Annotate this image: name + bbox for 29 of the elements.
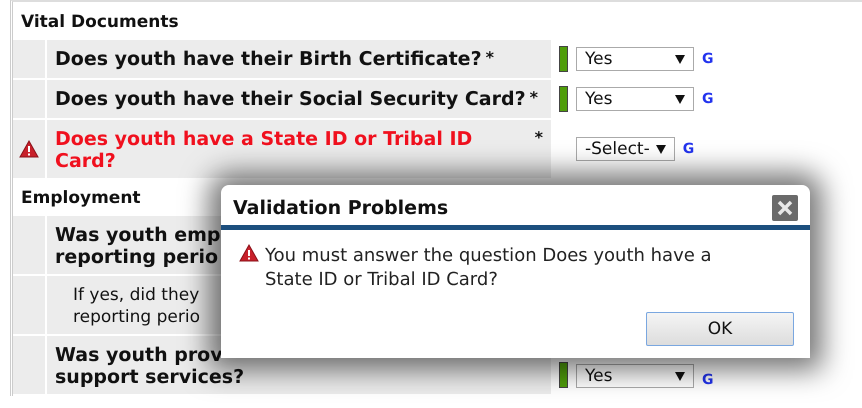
help-link[interactable]: G bbox=[682, 141, 694, 157]
help-link[interactable]: G bbox=[702, 51, 714, 67]
question-text: Does youth have their Social Security Card? bbox=[55, 88, 526, 110]
caret-icon bbox=[675, 372, 685, 380]
caret-icon bbox=[656, 144, 666, 154]
help-link[interactable]: G bbox=[702, 91, 714, 107]
answer-dropdown[interactable]: Yes bbox=[576, 87, 694, 111]
answer-dropdown[interactable]: -Select- bbox=[576, 137, 675, 161]
section-heading: Vital Documents bbox=[20, 11, 180, 34]
required-mark: * bbox=[534, 128, 543, 147]
warning-icon bbox=[19, 140, 39, 158]
question-text: If yes, did they reporting perio bbox=[73, 284, 200, 328]
error-message: You must answer the question Does youth have a State ID or Tribal ID Card? bbox=[265, 244, 713, 292]
ok-button[interactable]: OK bbox=[646, 312, 794, 346]
close-icon[interactable] bbox=[772, 195, 798, 221]
required-mark: * bbox=[486, 48, 494, 67]
help-link[interactable]: G bbox=[702, 372, 714, 388]
answer-dropdown[interactable]: Yes bbox=[576, 47, 694, 71]
required-mark: * bbox=[530, 88, 538, 107]
answer-dropdown[interactable]: Yes bbox=[576, 364, 694, 388]
warning-icon bbox=[239, 244, 259, 262]
question-text: Does youth have their Birth Certificate? bbox=[55, 48, 482, 70]
dialog-title: Validation Problems bbox=[233, 197, 448, 219]
section-heading: Employment bbox=[20, 187, 142, 210]
caret-icon bbox=[675, 94, 685, 104]
question-text: Was youth emp reporting perio bbox=[55, 224, 220, 268]
caret-icon bbox=[675, 54, 685, 64]
question-text: Was youth prov support services? bbox=[55, 344, 244, 388]
question-text: Does youth have a State ID or Tribal ID Card? bbox=[55, 128, 474, 172]
